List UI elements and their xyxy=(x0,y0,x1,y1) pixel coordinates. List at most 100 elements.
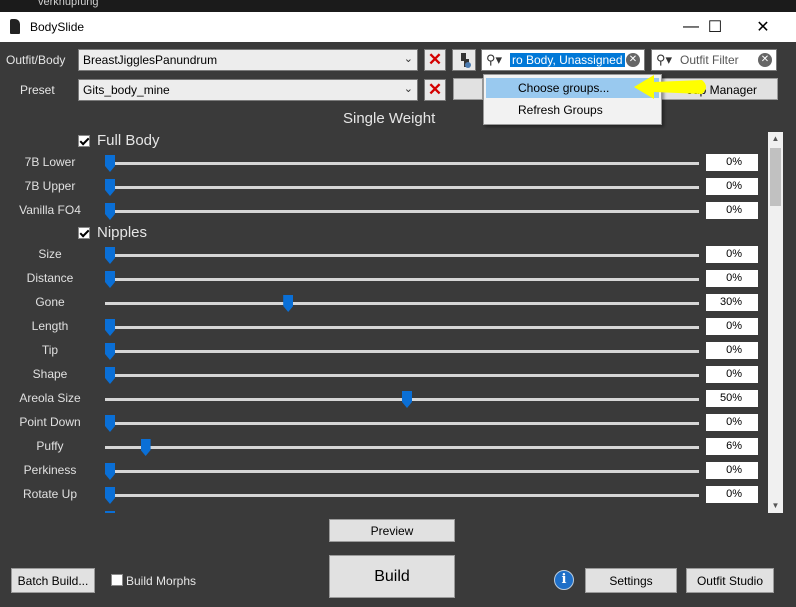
slider-track[interactable] xyxy=(105,302,699,305)
remove-preset-button[interactable]: ✕ xyxy=(424,79,446,101)
outfit-filter-search[interactable]: ⚲▾ Outfit Filter ✕ xyxy=(651,49,777,71)
scrollbar-thumb[interactable] xyxy=(770,148,781,206)
slider-track[interactable] xyxy=(105,186,699,189)
slider-value-field[interactable]: 30% xyxy=(706,294,758,311)
group-filter-input[interactable]: ro Body, Unassigned xyxy=(510,53,625,67)
preset-label: Preset xyxy=(20,83,55,97)
slider-row: Gone 30% xyxy=(0,292,770,314)
desktop-shortcut-label: verknüpfung xyxy=(38,0,99,8)
scroll-down-icon[interactable]: ▼ xyxy=(768,499,783,513)
slider-row: Length 0% xyxy=(0,316,770,338)
search-icon: ⚲▾ xyxy=(656,52,673,67)
slider-value-field[interactable]: 0% xyxy=(706,270,758,287)
maximize-icon: ☐ xyxy=(707,19,723,36)
slider-thumb[interactable] xyxy=(105,487,115,504)
group-checkbox[interactable] xyxy=(78,227,90,239)
slider-row: Tip 0% xyxy=(0,340,770,362)
slider-thumb[interactable] xyxy=(105,319,115,336)
slider-value-field[interactable]: 0% xyxy=(706,462,758,479)
group-checkbox[interactable] xyxy=(78,135,90,147)
maximize-button[interactable]: ☐ xyxy=(692,12,738,42)
outfit-filter-input[interactable]: Outfit Filter xyxy=(680,53,739,67)
title-bar: BodySlide — ☐ ✕ xyxy=(0,12,796,42)
slider-thumb[interactable] xyxy=(105,463,115,480)
slider-value-field[interactable]: 0% xyxy=(706,154,758,171)
clear-icon[interactable]: ✕ xyxy=(626,53,640,67)
slider-thumb[interactable] xyxy=(105,511,115,513)
outfit-label: Outfit/Body xyxy=(6,53,66,67)
annotation-arrow-icon xyxy=(634,75,706,99)
slider-name: Length xyxy=(31,319,69,333)
group-filter-search[interactable]: ⚲▾ ro Body, Unassigned ✕ xyxy=(481,49,645,71)
remove-icon: ✕ xyxy=(427,50,443,69)
slider-value-field[interactable]: 0% xyxy=(706,366,758,383)
slider-thumb[interactable] xyxy=(105,247,115,264)
batch-build-button[interactable]: Batch Build... xyxy=(11,568,95,593)
slider-list-scrollbar[interactable]: ▲ ▼ xyxy=(768,132,783,513)
slider-value-field[interactable]: 50% xyxy=(706,390,758,407)
slider-track[interactable] xyxy=(105,278,699,281)
slider-track[interactable] xyxy=(105,210,699,213)
remove-outfit-button[interactable]: ✕ xyxy=(424,49,446,71)
slider-name: Perkiness xyxy=(23,463,77,477)
outfit-studio-button[interactable]: Outfit Studio xyxy=(686,568,774,593)
preview-button[interactable]: Preview xyxy=(329,519,455,542)
window-title: BodySlide xyxy=(30,20,85,34)
slider-list: Full Body 7B Lower 0% 7B Upper 0% Vanilla FO4… xyxy=(0,130,770,513)
slider-value-field[interactable]: 0% xyxy=(706,246,758,263)
clear-icon[interactable]: ✕ xyxy=(758,53,772,67)
slider-thumb[interactable] xyxy=(283,295,294,312)
slider-value-field[interactable]: 0% xyxy=(706,342,758,359)
tools-icon xyxy=(461,53,471,68)
slider-thumb[interactable] xyxy=(105,271,115,288)
slider-track[interactable] xyxy=(105,350,699,353)
slider-thumb[interactable] xyxy=(402,391,412,408)
slider-track[interactable] xyxy=(105,326,699,329)
slider-thumb[interactable] xyxy=(140,439,151,456)
slider-name: Shape xyxy=(32,367,68,381)
slider-row: Point Down 0% xyxy=(0,412,770,434)
slider-thumb[interactable] xyxy=(105,155,115,172)
slider-value-field[interactable]: 0% xyxy=(706,486,758,503)
slider-thumb[interactable] xyxy=(105,367,115,384)
slider-thumb[interactable] xyxy=(105,415,115,432)
slider-track[interactable] xyxy=(105,422,699,425)
build-morphs-checkbox[interactable] xyxy=(111,574,123,586)
slider-track[interactable] xyxy=(105,494,699,497)
outfit-action-button[interactable] xyxy=(452,49,476,71)
slider-track[interactable] xyxy=(105,162,699,165)
build-button[interactable]: Build xyxy=(329,555,455,598)
info-icon[interactable]: i xyxy=(554,570,574,590)
slider-row: 7B Lower 0% xyxy=(0,152,770,174)
preset-select[interactable]: Gits_body_mine ⌄ xyxy=(78,79,418,101)
scroll-up-icon[interactable]: ▲ xyxy=(768,132,783,146)
slider-track[interactable] xyxy=(105,254,699,257)
chevron-down-icon: ⌄ xyxy=(403,53,413,65)
slider-thumb[interactable] xyxy=(105,179,115,196)
menu-item-refresh-groups[interactable]: Refresh Groups xyxy=(486,100,659,120)
slider-name: Areola Size xyxy=(19,391,81,405)
slider-row: Areola Size 50% xyxy=(0,388,770,410)
app-icon xyxy=(10,19,20,34)
slider-track[interactable] xyxy=(105,470,699,473)
save-preset-button[interactable] xyxy=(453,78,483,100)
slider-value-field[interactable]: 0% xyxy=(706,178,758,195)
preset-select-value: Gits_body_mine xyxy=(83,83,170,97)
slider-value-field[interactable]: 6% xyxy=(706,438,758,455)
chevron-down-icon: ⌄ xyxy=(403,83,413,95)
slider-name: Tip xyxy=(41,343,59,357)
slider-name: Rotate Up xyxy=(22,487,78,501)
slider-value-field[interactable]: 0% xyxy=(706,414,758,431)
slider-row: Rotate Up 0% xyxy=(0,484,770,506)
slider-thumb[interactable] xyxy=(105,203,115,220)
slider-thumb[interactable] xyxy=(105,343,115,360)
settings-button[interactable]: Settings xyxy=(585,568,677,593)
slider-track[interactable] xyxy=(105,374,699,377)
close-button[interactable]: ✕ xyxy=(740,12,786,42)
outfit-select[interactable]: BreastJigglesPanundrum ⌄ xyxy=(78,49,418,71)
slider-value-field[interactable]: 0% xyxy=(706,318,758,335)
slider-value-field[interactable]: 0% xyxy=(706,202,758,219)
slider-row: Shape 0% xyxy=(0,364,770,386)
slider-track[interactable] xyxy=(105,446,699,449)
remove-icon: ✕ xyxy=(427,80,443,99)
